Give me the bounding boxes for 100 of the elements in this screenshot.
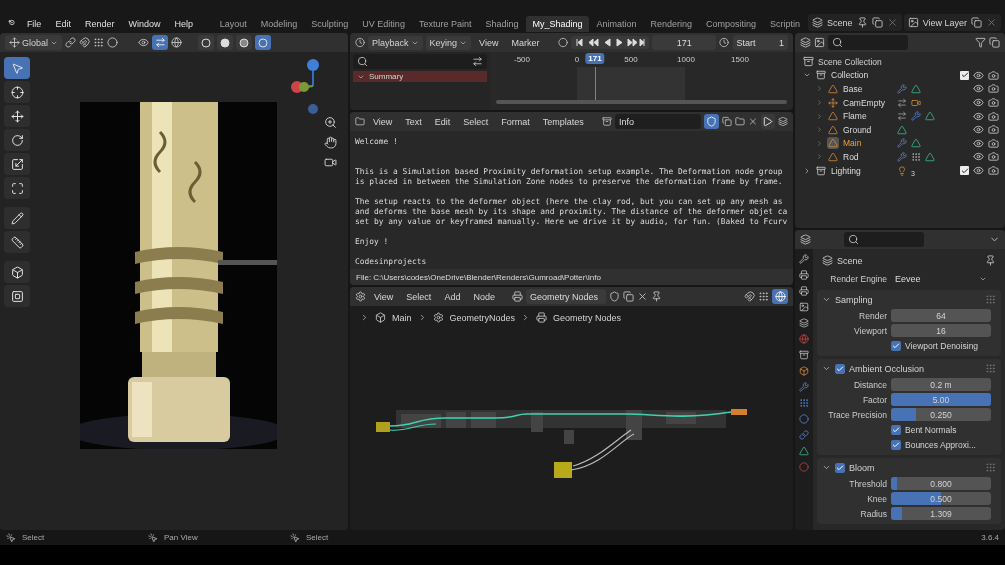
menu-item[interactable]: Select: [401, 289, 437, 304]
outliner-item[interactable]: Lighting: [831, 165, 893, 176]
copy-icon[interactable]: [871, 17, 883, 28]
cursor-tool[interactable]: [4, 81, 30, 103]
shading-button[interactable]: [255, 35, 271, 50]
scene-tab-icon[interactable]: [799, 318, 809, 328]
render-icon[interactable]: [988, 124, 999, 136]
annotate-tool[interactable]: [4, 207, 30, 229]
gizmo-toggle[interactable]: [152, 35, 168, 50]
copy-icon[interactable]: [971, 17, 982, 28]
snap-grid-icon[interactable]: [758, 291, 769, 302]
object-type-button[interactable]: [827, 137, 839, 150]
line-numbers-icon[interactable]: [778, 116, 788, 127]
snap-icon[interactable]: [744, 291, 755, 302]
snap-grid-icon[interactable]: [93, 37, 104, 48]
measure-tool[interactable]: [4, 231, 30, 253]
workspace-tab[interactable]: Rendering: [644, 16, 699, 32]
menu-dropdown[interactable]: Keying: [425, 35, 472, 50]
outliner-item[interactable]: CamEmpty: [843, 97, 893, 108]
menu-item[interactable]: Marker: [506, 35, 545, 50]
start-frame-field[interactable]: Start 1: [732, 35, 788, 50]
visibility-icon[interactable]: [973, 97, 984, 109]
text-name-field[interactable]: Info: [615, 114, 702, 129]
workspace-tab[interactable]: Shading: [479, 16, 525, 32]
menu-item[interactable]: File: [20, 16, 48, 32]
expand-icon[interactable]: [803, 166, 811, 175]
add-cube-tool[interactable]: [4, 261, 30, 283]
exclude-checkbox[interactable]: [960, 166, 969, 176]
node[interactable]: [531, 412, 543, 432]
snap-icon[interactable]: [79, 37, 90, 48]
frame-node[interactable]: [554, 462, 572, 478]
visibility-icon[interactable]: [973, 137, 984, 149]
link-icon[interactable]: [65, 37, 76, 48]
scroll-bar[interactable]: [496, 100, 787, 104]
fake-user-button[interactable]: [704, 114, 719, 129]
slider-field[interactable]: 0.250: [891, 408, 991, 421]
modifier-tab-icon[interactable]: [799, 382, 809, 392]
menu-item[interactable]: Render: [78, 16, 121, 32]
physics-tab-icon[interactable]: [799, 414, 809, 424]
close-icon[interactable]: [747, 116, 758, 127]
rotate-tool[interactable]: [4, 129, 30, 151]
visibility-icon[interactable]: [973, 83, 984, 95]
workspace-tab[interactable]: My_Shading: [526, 16, 589, 32]
collapse-icon[interactable]: [822, 463, 831, 472]
overlay-icon[interactable]: [171, 37, 182, 48]
zoom-icon[interactable]: [324, 116, 337, 129]
select-tool[interactable]: [4, 57, 30, 79]
panel-title[interactable]: Sampling: [835, 294, 981, 305]
editor-type-icon[interactable]: [355, 116, 365, 127]
render-icon[interactable]: [988, 151, 999, 163]
exclude-checkbox[interactable]: [960, 70, 969, 80]
workspace-tab[interactable]: UV Editing: [356, 16, 411, 32]
menu-item[interactable]: Templates: [537, 114, 589, 129]
pin-icon[interactable]: [856, 17, 868, 28]
editor-type-icon[interactable]: [355, 37, 366, 48]
outliner-item[interactable]: Base: [843, 84, 893, 94]
workspace-tab[interactable]: Layout: [213, 16, 253, 32]
menu-item[interactable]: Select: [458, 114, 494, 129]
checkbox[interactable]: [891, 424, 901, 435]
particles-tab-icon[interactable]: [799, 398, 809, 408]
view-layer-tab-icon[interactable]: [799, 302, 809, 312]
node-group-field[interactable]: Geometry Nodes: [525, 289, 606, 304]
drag-handle-icon[interactable]: [985, 462, 996, 473]
object-type-button[interactable]: [815, 164, 827, 177]
breadcrumb[interactable]: Geometry Nodes: [553, 312, 622, 323]
panel-checkbox[interactable]: [835, 462, 845, 473]
checkbox[interactable]: [891, 439, 901, 450]
menu-item[interactable]: View: [474, 35, 504, 50]
proportional-icon[interactable]: [107, 37, 118, 48]
outliner-item[interactable]: Rod: [843, 151, 893, 162]
menu-dropdown[interactable]: Playback: [368, 35, 423, 50]
outliner-item[interactable]: Collection: [831, 70, 893, 81]
menu-item[interactable]: Edit: [429, 114, 456, 129]
object-type-button[interactable]: [827, 110, 839, 123]
camera-view-icon[interactable]: [324, 156, 337, 169]
outliner-item[interactable]: Flame: [843, 111, 893, 122]
object-type-button[interactable]: [827, 150, 839, 163]
playhead-frame[interactable]: 171: [585, 53, 605, 64]
display-mode-icon[interactable]: [814, 37, 825, 48]
panel-title[interactable]: Bloom: [849, 462, 981, 473]
copy-icon[interactable]: [721, 116, 732, 127]
data-tab-icon[interactable]: [799, 446, 809, 456]
constraints-tab-icon[interactable]: [799, 430, 809, 440]
new-collection-icon[interactable]: [989, 37, 1000, 48]
slider-field[interactable]: 0.800: [891, 477, 991, 490]
shield-icon[interactable]: [608, 291, 620, 302]
visibility-icon[interactable]: [973, 165, 984, 177]
outliner-item[interactable]: Scene Collection: [818, 56, 882, 67]
panel-title[interactable]: Ambient Occlusion: [849, 363, 981, 374]
tool-tab-icon[interactable]: [799, 254, 809, 264]
collapse-icon[interactable]: [822, 364, 831, 373]
stopwatch-icon[interactable]: [719, 37, 730, 48]
menu-item[interactable]: Window: [122, 16, 167, 32]
record-icon[interactable]: [557, 37, 568, 48]
editor-type-icon[interactable]: [355, 291, 366, 302]
menu-item[interactable]: Node: [468, 289, 500, 304]
menu-item[interactable]: Edit: [49, 16, 77, 32]
shading-button[interactable]: [198, 35, 214, 50]
close-icon[interactable]: [636, 291, 648, 302]
visibility-icon[interactable]: [973, 124, 984, 136]
